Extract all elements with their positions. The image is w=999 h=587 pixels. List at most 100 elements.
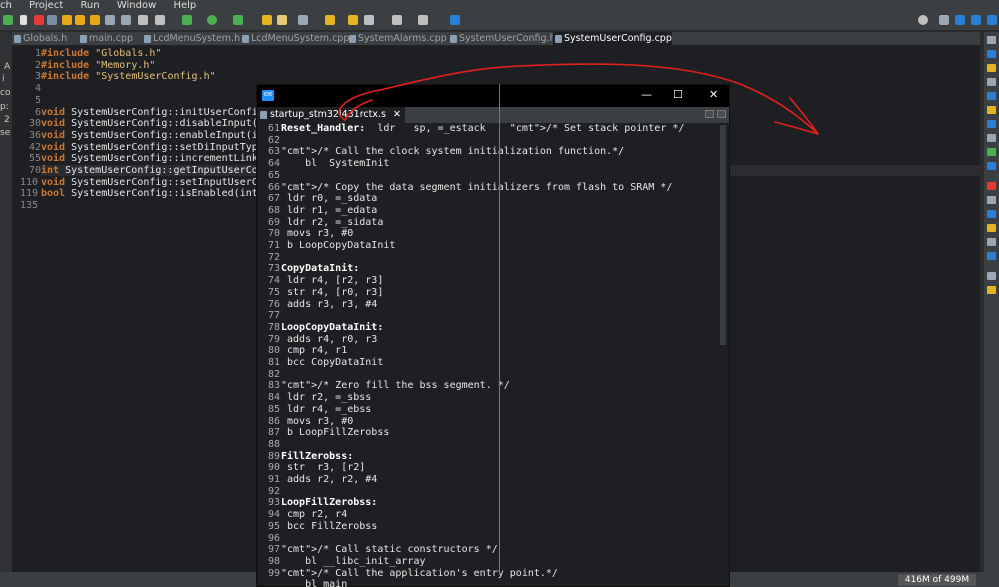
step-into-icon[interactable] [62,15,72,25]
code-line: adds r4, r0, r3 [281,333,378,345]
instruction-step-icon[interactable] [138,15,148,25]
code-line: void SystemUserConfig::disableInput(int … [41,118,288,130]
code-line: bl SystemInit [281,158,390,170]
line-number: 42 [28,141,41,153]
line-number: 97 [267,544,280,556]
line-number: 2 [34,59,41,71]
view-icon[interactable] [987,162,996,170]
menu-item-window[interactable]: Window [117,0,156,11]
toggle-icon[interactable] [155,15,165,25]
use-step-filters-icon[interactable] [121,15,131,25]
popup-scrollbar[interactable] [720,125,726,345]
perspective-cpp-icon[interactable] [955,15,965,25]
tab-close-icon[interactable]: ✕ [393,109,401,120]
stop-icon[interactable] [34,15,44,25]
menu-item-help[interactable]: Help [173,0,196,11]
window-minimize-button[interactable]: — [641,88,652,101]
line-number: 55 [28,153,41,165]
tab-lcdmenusystem-cpp[interactable]: LcdMenuSystem.cpp [240,32,349,46]
code-line: bl main [281,579,348,587]
view-icon[interactable] [987,182,996,190]
external-tools-icon[interactable] [233,15,243,25]
view-icon[interactable] [987,286,996,294]
drop-frame-icon[interactable] [105,15,115,25]
line-number: 78 [267,321,280,333]
line-number: 79 [267,333,280,345]
view-icon[interactable] [987,78,996,86]
tab-systemalarms-cpp[interactable]: SystemAlarms.cpp [347,32,447,46]
left-view-label: 2 [4,115,10,125]
code-line: ldr r4, =_ebss [281,403,372,415]
run-icon[interactable] [207,15,217,25]
main-toolbar [0,11,999,31]
line-number: 72 [267,251,280,263]
open-folder-icon[interactable] [262,15,272,25]
debug-icon[interactable] [182,15,192,25]
file-icon [144,35,151,43]
view-icon[interactable] [987,272,996,280]
forward-icon[interactable] [392,15,402,25]
back-icon[interactable] [364,15,374,25]
view-icon[interactable] [987,120,996,128]
tab-label: main.cpp [89,33,134,44]
tab-systemuserconfig-cpp[interactable]: SystemUserConfig.cpp [553,32,672,46]
heap-status[interactable]: 416M of 499M [898,574,976,586]
tab-main-cpp[interactable]: main.cpp [78,32,138,46]
pause-icon[interactable] [20,15,27,25]
line-number: 76 [267,298,280,310]
step-over-icon[interactable] [75,15,85,25]
view-icon[interactable] [987,134,996,142]
perspective-device-icon[interactable] [987,15,997,25]
code-line: LoopCopyDataInit: [281,321,384,333]
view-icon[interactable] [987,64,996,72]
perspective-icon[interactable] [939,15,949,25]
view-icon[interactable] [987,224,996,232]
view-icon[interactable] [987,106,996,114]
code-line: bool SystemUserConfig::isEnabled(int sys… [41,188,288,200]
view-icon[interactable] [987,36,996,44]
build-icon[interactable] [3,15,13,25]
menu-item-run[interactable]: Run [80,0,99,11]
step-return-icon[interactable] [90,15,100,25]
tab-lcdmenusystem-h[interactable]: LcdMenuSystem.h [142,32,240,46]
code-line: void SystemUserConfig::enableInput(int s… [41,129,288,141]
annotation-icon[interactable] [298,15,308,25]
tab-label: startup_stm32l431rctx.s [270,109,386,120]
window-title-bar[interactable]: IDE — ☐ ✕ [257,85,729,107]
tab-globals-h[interactable]: Globals.h [12,32,76,46]
window-close-button[interactable]: ✕ [709,88,718,101]
perspective-debug-icon[interactable] [971,15,981,25]
view-icon[interactable] [987,148,996,156]
view-icon[interactable] [987,92,996,100]
code-line: void SystemUserConfig::setInputUserConfi… [41,176,288,188]
line-number: 65 [267,169,280,181]
code-line: "cmt">/* Call the clock system initializ… [281,146,625,158]
tab-systemuserconfig-h[interactable]: SystemUserConfig.h [448,32,556,46]
disconnect-icon[interactable] [47,15,57,25]
menu-item-search[interactable]: ch [0,0,12,11]
line-number: 67 [267,193,280,205]
info-icon[interactable] [450,15,460,25]
window-maximize-button[interactable]: ☐ [673,88,683,101]
ide-logo-icon: IDE [262,90,274,101]
line-number: 82 [267,368,280,380]
minimize-view-icon[interactable] [705,110,714,118]
view-icon[interactable] [987,50,996,58]
code-line: int SystemUserConfig::getInputUserConfig [41,165,282,176]
view-icon[interactable] [987,210,996,218]
menu-item-project[interactable]: Project [29,0,63,11]
next-annotation-icon[interactable] [325,15,335,25]
popup-tab-bar: startup_stm32l431rctx.s ✕ [257,107,729,123]
code-line: FillZerobss: [281,450,354,462]
maximize-view-icon[interactable] [717,110,726,118]
tab-startup-file[interactable]: startup_stm32l431rctx.s ✕ [257,107,405,123]
pencil-icon[interactable] [277,15,287,25]
previous-annotation-icon[interactable] [348,15,358,25]
line-number: 69 [267,216,280,228]
view-icon[interactable] [987,252,996,260]
search-icon[interactable] [918,15,928,25]
view-icon[interactable] [987,196,996,204]
view-icon[interactable] [987,238,996,246]
pin-editor-icon[interactable] [418,15,428,25]
popup-code-area[interactable]: 61 Reset_Handler: ldr sp, =_estack "cmt">… [257,123,729,587]
